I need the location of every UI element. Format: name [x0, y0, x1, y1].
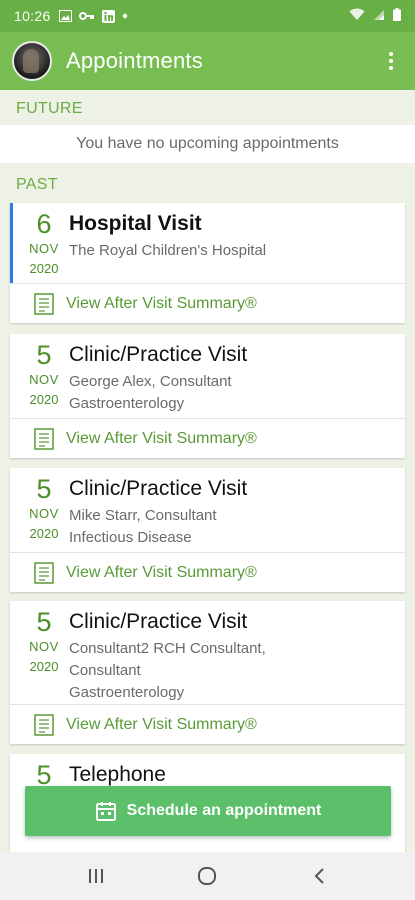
- system-nav-bar: [0, 852, 415, 900]
- visit-location: The Royal Children's Hospital: [69, 242, 267, 259]
- more-vert-icon[interactable]: [379, 45, 403, 77]
- view-summary-label: View After Visit Summary®: [66, 563, 257, 581]
- department: Gastroenterology: [69, 684, 185, 701]
- date-year: 2020: [29, 659, 59, 674]
- date-day: 6: [36, 209, 52, 239]
- visit-type: Hospital Visit: [69, 212, 202, 235]
- signal-icon: [373, 8, 385, 24]
- status-time: 10:26: [14, 8, 51, 24]
- document-icon: [34, 427, 54, 450]
- app-bar: Appointments: [0, 32, 415, 90]
- view-summary-link[interactable]: View After Visit Summary®: [10, 704, 405, 744]
- document-icon: [34, 561, 54, 584]
- department: Infectious Disease: [69, 529, 192, 546]
- past-section-label: PAST: [16, 176, 58, 193]
- status-bar: 10:26: [0, 0, 415, 32]
- appointment-card[interactable]: 5 NOV 2020 Clinic/Practice Visit George …: [10, 334, 405, 458]
- date-day: 5: [36, 607, 52, 637]
- view-summary-label: View After Visit Summary®: [66, 429, 257, 447]
- visit-type: Telephone: [69, 763, 166, 786]
- date-year: 2020: [29, 261, 59, 276]
- schedule-button-label: Schedule an appointment: [126, 802, 322, 819]
- appointment-card[interactable]: 6 NOV 2020 Hospital Visit The Royal Chil…: [10, 203, 405, 323]
- view-summary-link[interactable]: View After Visit Summary®: [10, 418, 405, 458]
- appointment-date: 5 NOV 2020: [22, 607, 66, 677]
- appointment-date: 5 NOV 2020: [22, 474, 66, 544]
- date-year: 2020: [29, 526, 59, 541]
- future-section-label: FUTURE: [16, 100, 83, 117]
- home-icon[interactable]: [187, 856, 227, 896]
- back-icon[interactable]: [299, 856, 339, 896]
- date-day: 5: [36, 340, 52, 370]
- no-upcoming-text: You have no upcoming appointments: [76, 135, 339, 152]
- view-summary-label: View After Visit Summary®: [66, 294, 257, 312]
- view-summary-link[interactable]: View After Visit Summary®: [10, 283, 405, 323]
- recent-apps-icon[interactable]: [76, 856, 116, 896]
- provider-name: Mike Starr, Consultant: [69, 507, 217, 524]
- appointment-date: 6 NOV 2020: [22, 209, 66, 279]
- no-upcoming-message: You have no upcoming appointments: [0, 125, 415, 163]
- date-day: 5: [36, 474, 52, 504]
- visit-type: Clinic/Practice Visit: [69, 477, 248, 500]
- appointment-card[interactable]: 5 NOV 2020 Clinic/Practice Visit Consult…: [10, 601, 405, 744]
- image-icon: [58, 10, 72, 22]
- dot-icon: [122, 13, 128, 19]
- view-summary-label: View After Visit Summary®: [66, 715, 257, 733]
- visit-type: Clinic/Practice Visit: [69, 343, 248, 366]
- avatar[interactable]: [12, 41, 52, 81]
- key-icon: [78, 11, 95, 21]
- appointment-card[interactable]: 5 NOV 2020 Clinic/Practice Visit Mike St…: [10, 468, 405, 592]
- linkedin-icon: [101, 9, 115, 23]
- appointment-date: 5 NOV 2020: [22, 340, 66, 410]
- schedule-appointment-button[interactable]: Schedule an appointment: [25, 786, 391, 836]
- date-month: NOV: [29, 241, 59, 256]
- document-icon: [34, 292, 54, 315]
- provider-name: Consultant2 RCH Consultant,: [69, 640, 266, 657]
- provider-title: Consultant: [69, 662, 141, 679]
- department: Gastroenterology: [69, 395, 185, 412]
- view-summary-link[interactable]: View After Visit Summary®: [10, 552, 405, 592]
- provider-name: George Alex, Consultant: [69, 373, 232, 390]
- battery-icon: [393, 8, 401, 24]
- wifi-icon: [349, 8, 365, 24]
- visit-type: Clinic/Practice Visit: [69, 610, 248, 633]
- calendar-icon: [95, 802, 116, 821]
- date-month: NOV: [29, 506, 59, 521]
- date-month: NOV: [29, 372, 59, 387]
- page-title: Appointments: [66, 48, 203, 73]
- document-icon: [34, 713, 54, 736]
- date-month: NOV: [29, 639, 59, 654]
- date-year: 2020: [29, 392, 59, 407]
